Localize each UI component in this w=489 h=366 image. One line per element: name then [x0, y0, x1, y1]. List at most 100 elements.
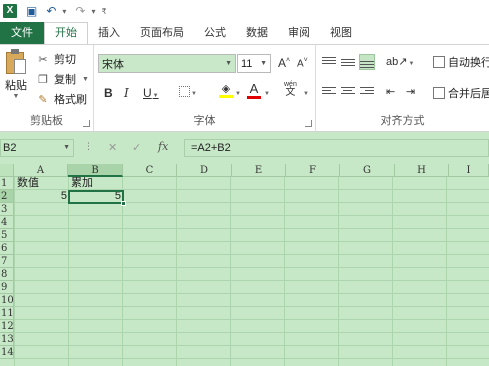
merge-center-button[interactable]: 合并后居	[433, 85, 489, 101]
formula-bar-grip-icon: ⋮	[84, 141, 93, 151]
orientation-button[interactable]: ab↗▼	[386, 55, 414, 68]
column-header-e[interactable]: E	[232, 164, 286, 177]
cell-A1[interactable]: 数值	[15, 177, 68, 190]
column-header-g[interactable]: G	[340, 164, 395, 177]
grow-font-button[interactable]: A˄	[278, 56, 290, 70]
undo-icon[interactable]: ↶	[46, 4, 56, 18]
underline-label: U	[143, 86, 152, 100]
decrease-indent-icon[interactable]: ⇤	[386, 85, 395, 98]
grow-font-label: A	[278, 56, 287, 70]
row-header-13[interactable]: 13	[0, 333, 14, 346]
row-header-4[interactable]: 4	[0, 216, 14, 229]
scissors-icon: ✂	[38, 53, 48, 66]
format-painter-label: 格式刷	[54, 94, 87, 106]
font-color-bar	[247, 96, 261, 99]
name-box-dropdown-icon[interactable]: ▼	[63, 140, 70, 156]
row-header-1[interactable]: 1	[0, 177, 14, 190]
bold-button[interactable]: B	[104, 86, 113, 100]
undo-dropdown-icon[interactable]: ▾	[62, 7, 66, 16]
row-header-12[interactable]: 12	[0, 320, 14, 333]
row-header-3[interactable]: 3	[0, 203, 14, 216]
column-header-f[interactable]: F	[286, 164, 340, 177]
name-box[interactable]: B2 ▼	[0, 139, 74, 157]
cut-button[interactable]: ✂ 剪切	[36, 50, 76, 68]
font-name-select[interactable]: 宋体 ▼	[98, 54, 236, 73]
copy-label: 复制	[54, 74, 76, 86]
column-header-c[interactable]: C	[123, 164, 177, 177]
font-launcher-icon[interactable]	[305, 120, 312, 127]
row-header-2[interactable]: 2	[0, 190, 14, 203]
wrap-text-icon	[433, 56, 445, 68]
row-header-6[interactable]: 6	[0, 242, 14, 255]
row-header-5[interactable]: 5	[0, 229, 14, 242]
tab-view[interactable]: 视图	[320, 22, 362, 44]
clipboard-launcher-icon[interactable]	[83, 120, 90, 127]
fill-handle[interactable]	[121, 201, 126, 206]
row-header-10[interactable]: 10	[0, 294, 14, 307]
format-painter-button[interactable]: ✎ 格式刷	[36, 90, 87, 108]
font-size-select[interactable]: 11 ▼	[237, 54, 271, 73]
row-header-7[interactable]: 7	[0, 255, 14, 268]
align-left-icon[interactable]	[322, 85, 336, 99]
align-middle-icon[interactable]	[341, 55, 355, 69]
enter-icon[interactable]: ✓	[132, 141, 141, 154]
font-color-button[interactable]: A	[246, 81, 262, 99]
phonetic-button[interactable]: wén 文	[284, 81, 297, 98]
increase-indent-icon[interactable]: ⇥	[406, 85, 415, 98]
excel-logo-icon: X	[3, 4, 17, 18]
cell-area[interactable]: 数值 累加 5 5	[14, 177, 489, 366]
row-header-14[interactable]: 14	[0, 346, 14, 359]
copy-button[interactable]: ❐ 复制 ▼	[36, 70, 89, 88]
column-header-d[interactable]: D	[177, 164, 232, 177]
column-header-a[interactable]: A	[14, 164, 68, 177]
paste-dropdown-icon[interactable]: ▼	[2, 93, 30, 100]
font-color-label: A	[249, 81, 259, 96]
copy-dropdown-icon[interactable]: ▼	[82, 76, 89, 83]
merge-center-label: 合并后居	[448, 88, 489, 100]
align-center-icon[interactable]	[341, 85, 355, 99]
row-header-9[interactable]: 9	[0, 281, 14, 294]
save-icon[interactable]: ▣	[26, 4, 37, 18]
align-right-icon[interactable]	[360, 85, 374, 99]
cell-B1[interactable]: 累加	[69, 177, 123, 190]
column-header-h[interactable]: H	[395, 164, 449, 177]
row-header-8[interactable]: 8	[0, 268, 14, 281]
tab-formulas[interactable]: 公式	[194, 22, 236, 44]
formula-input[interactable]: =A2+B2	[184, 139, 489, 157]
row-header-11[interactable]: 11	[0, 307, 14, 320]
wrap-text-button[interactable]: 自动换行	[433, 54, 489, 70]
copy-icon: ❐	[38, 73, 48, 86]
orientation-icon: ab↗	[386, 56, 408, 68]
customize-qat-icon[interactable]: ₹	[102, 7, 107, 16]
tab-insert[interactable]: 插入	[88, 22, 130, 44]
tab-home[interactable]: 开始	[44, 22, 88, 44]
cancel-icon[interactable]: ✕	[108, 141, 117, 154]
borders-button[interactable]: ▼	[179, 84, 197, 98]
tab-review[interactable]: 审阅	[278, 22, 320, 44]
align-top-icon[interactable]	[322, 55, 336, 69]
tab-file[interactable]: 文件	[0, 22, 44, 44]
tab-page-layout[interactable]: 页面布局	[130, 22, 194, 44]
underline-button[interactable]: U▼	[143, 86, 159, 100]
font-color-dropdown-icon[interactable]: ▼	[263, 86, 270, 98]
cell-A2[interactable]: 5	[14, 190, 69, 203]
paste-icon	[5, 49, 27, 75]
italic-button[interactable]: I	[124, 86, 129, 100]
align-bottom-icon[interactable]	[359, 54, 375, 70]
shrink-font-button[interactable]: A˅	[297, 57, 308, 69]
redo-dropdown-icon[interactable]: ▾	[91, 7, 95, 16]
select-all-corner[interactable]	[0, 164, 14, 177]
paste-button[interactable]: 粘贴 ▼	[2, 49, 30, 103]
phonetic-dropdown-icon[interactable]: ▼	[302, 86, 309, 98]
insert-function-button[interactable]: fx	[158, 140, 168, 153]
ribbon-tabs: 文件 开始 插入 页面布局 公式 数据 审阅 视图	[0, 22, 489, 44]
fill-color-dropdown-icon[interactable]: ▼	[234, 86, 241, 98]
tab-data[interactable]: 数据	[236, 22, 278, 44]
redo-icon[interactable]: ↷	[75, 4, 85, 18]
clipboard-group: 粘贴 ▼ ✂ 剪切 ❐ 复制 ▼ ✎ 格式刷 剪贴板	[0, 45, 94, 131]
column-header-i[interactable]: I	[449, 164, 489, 177]
font-name-dropdown-icon: ▼	[225, 60, 232, 67]
name-box-value: B2	[3, 142, 17, 154]
fill-color-button[interactable]: ◈	[218, 82, 234, 98]
column-header-b[interactable]: B	[68, 164, 123, 177]
